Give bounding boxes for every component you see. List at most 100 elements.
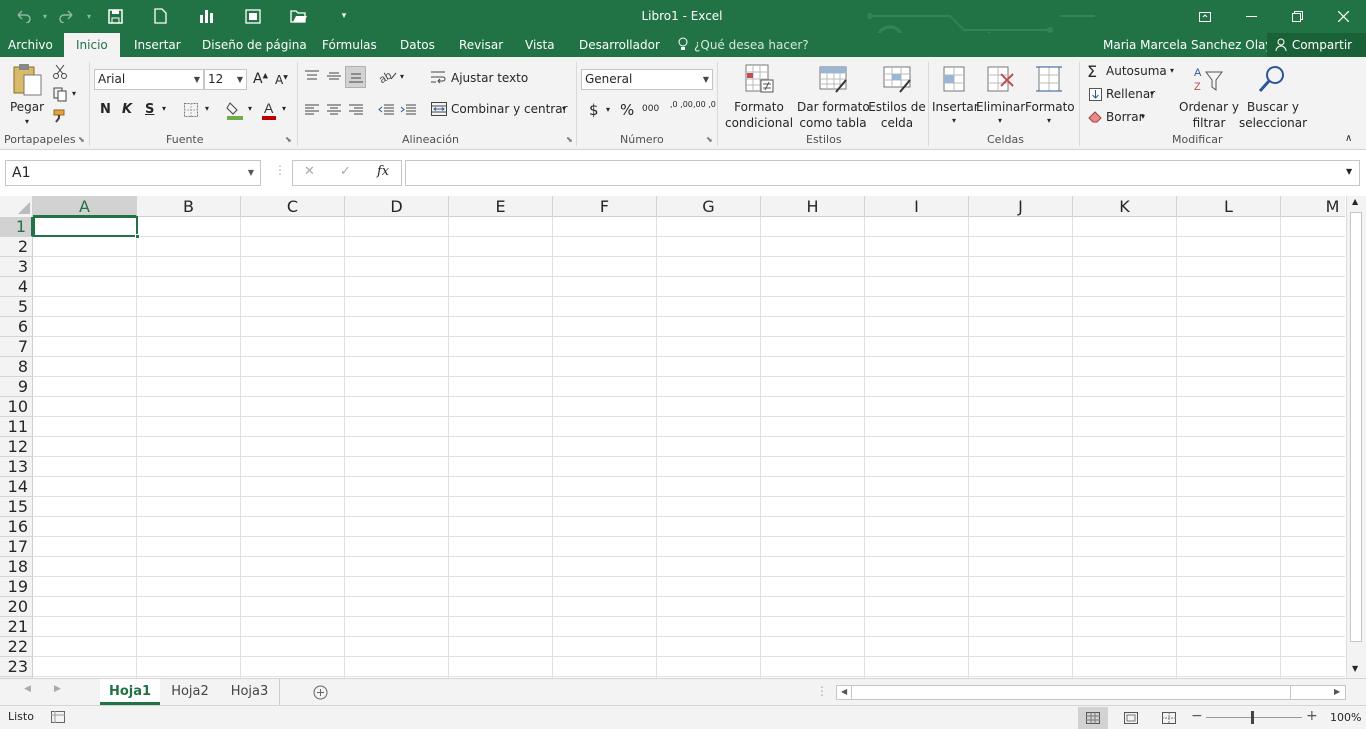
share-button[interactable]: Compartir xyxy=(1267,33,1366,57)
conditional-format-icon[interactable] xyxy=(742,62,776,96)
zoom-level[interactable]: 100% xyxy=(1330,711,1361,724)
scroll-right-icon[interactable]: ▶ xyxy=(1334,687,1340,696)
merge-center-button[interactable]: Combinar y centrar xyxy=(451,102,568,116)
font-name-combo[interactable]: Arial ▼ xyxy=(94,69,204,90)
tab-inicio[interactable]: Inicio xyxy=(64,33,120,57)
normal-view-icon[interactable] xyxy=(1078,707,1108,729)
align-center-icon[interactable] xyxy=(325,101,343,119)
copy-dropdown-icon[interactable]: ▾ xyxy=(72,89,76,98)
cell-styles-label-2[interactable]: celda xyxy=(868,115,926,131)
row-header[interactable]: 21 xyxy=(0,617,33,637)
find-select-icon[interactable] xyxy=(1256,62,1288,96)
scroll-left-icon[interactable]: ◀ xyxy=(841,687,847,696)
find-select-label-1[interactable]: Buscar y xyxy=(1238,99,1308,115)
wrap-text-button[interactable]: Ajustar texto xyxy=(451,71,528,85)
column-header[interactable]: L xyxy=(1177,196,1281,217)
row-header[interactable]: 1 xyxy=(0,217,33,237)
format-cells-icon[interactable] xyxy=(1033,62,1065,96)
add-sheet-icon[interactable] xyxy=(312,684,328,700)
open-folder-icon[interactable] xyxy=(288,6,310,26)
paste-dropdown-icon[interactable]: ▾ xyxy=(8,114,46,130)
cell-styles-icon[interactable] xyxy=(880,62,914,96)
scroll-down-icon[interactable]: ▼ xyxy=(1352,664,1358,673)
tab-formulas[interactable]: Fórmulas xyxy=(322,33,377,57)
sigma-icon[interactable]: Σ xyxy=(1087,62,1097,81)
tell-me-search[interactable]: ¿Qué desea hacer? xyxy=(694,33,809,57)
borders-dropdown-icon[interactable]: ▾ xyxy=(205,104,209,113)
collapse-ribbon-icon[interactable]: ∧ xyxy=(1345,133,1352,144)
prev-sheet-icon[interactable]: ◀ xyxy=(24,684,31,694)
row-header[interactable]: 4 xyxy=(0,277,33,297)
format-dropdown-icon[interactable]: ▾ xyxy=(1025,113,1073,129)
borders-icon[interactable] xyxy=(182,101,200,119)
format-painter-icon[interactable] xyxy=(51,108,69,124)
cut-icon[interactable] xyxy=(51,63,69,79)
row-header[interactable]: 17 xyxy=(0,537,33,557)
font-color-dropdown-icon[interactable]: ▾ xyxy=(282,104,286,113)
paste-icon[interactable] xyxy=(10,62,44,98)
row-header[interactable]: 3 xyxy=(0,257,33,277)
increase-indent-icon[interactable] xyxy=(399,101,417,119)
tab-archivo[interactable]: Archivo xyxy=(8,33,53,57)
tab-vista[interactable]: Vista xyxy=(525,33,555,57)
horizontal-scroll-thumb[interactable] xyxy=(851,686,1291,699)
tab-datos[interactable]: Datos xyxy=(400,33,435,57)
ribbon-display-options-icon[interactable] xyxy=(1182,0,1228,33)
vertical-scroll-thumb[interactable] xyxy=(1350,212,1362,642)
undo-icon[interactable] xyxy=(12,6,34,26)
zoom-in-icon[interactable]: + xyxy=(1306,708,1318,724)
row-header[interactable]: 15 xyxy=(0,497,33,517)
enter-button[interactable]: ✓ xyxy=(340,164,351,179)
column-header[interactable]: M xyxy=(1281,196,1345,217)
conditional-format-label-2[interactable]: condicional xyxy=(722,115,796,131)
sheet-tab-hoja3[interactable]: Hoja3 xyxy=(220,679,280,705)
delete-cells-icon[interactable] xyxy=(984,62,1016,96)
restore-icon[interactable] xyxy=(1274,0,1320,33)
merge-center-icon[interactable] xyxy=(431,101,447,117)
row-header[interactable]: 20 xyxy=(0,597,33,617)
row-header[interactable]: 11 xyxy=(0,417,33,437)
font-color-icon[interactable]: A xyxy=(260,100,278,120)
fill-dropdown-icon[interactable]: ▾ xyxy=(1150,89,1154,98)
row-header[interactable]: 14 xyxy=(0,477,33,497)
redo-dropdown-icon[interactable]: ▾ xyxy=(78,6,100,26)
column-header[interactable]: I xyxy=(865,196,969,217)
row-header[interactable]: 19 xyxy=(0,577,33,597)
redo-icon[interactable] xyxy=(56,6,78,26)
format-as-table-label-2[interactable]: como tabla xyxy=(797,115,869,131)
fill-down-icon[interactable] xyxy=(1088,87,1102,101)
macro-record-icon[interactable] xyxy=(50,710,66,724)
row-header[interactable]: 9 xyxy=(0,377,33,397)
sort-filter-label-1[interactable]: Ordenar y xyxy=(1178,99,1240,115)
row-header[interactable]: 18 xyxy=(0,557,33,577)
formula-input[interactable]: ▼ xyxy=(405,160,1360,186)
customize-quick-access-icon[interactable]: ▾ xyxy=(333,6,355,26)
scroll-up-icon[interactable]: ▲ xyxy=(1352,197,1358,206)
column-header[interactable]: A xyxy=(33,196,137,217)
currency-dropdown-icon[interactable]: ▾ xyxy=(606,105,610,114)
row-header[interactable]: 10 xyxy=(0,397,33,417)
row-header[interactable]: 23 xyxy=(0,657,33,677)
zoom-slider-thumb[interactable] xyxy=(1251,711,1254,724)
cell-styles-label-1[interactable]: Estilos de xyxy=(868,99,926,115)
row-header[interactable]: 16 xyxy=(0,517,33,537)
user-name[interactable]: Maria Marcela Sanchez Olaya xyxy=(1103,33,1280,57)
print-preview-icon[interactable] xyxy=(242,6,264,26)
insert-function-button[interactable]: fx xyxy=(377,164,389,179)
fill-handle[interactable] xyxy=(135,234,140,239)
number-launcher-icon[interactable]: ⬊ xyxy=(706,135,713,144)
name-box[interactable]: A1 ▼ xyxy=(5,160,261,186)
tab-insertar[interactable]: Insertar xyxy=(134,33,181,57)
new-document-icon[interactable] xyxy=(149,6,171,26)
page-layout-view-icon[interactable] xyxy=(1116,707,1146,729)
select-all-button[interactable] xyxy=(0,196,33,217)
column-header[interactable]: F xyxy=(553,196,657,217)
align-left-icon[interactable] xyxy=(303,101,321,119)
decrease-decimal-button[interactable]: ,00 ,0 xyxy=(693,100,716,109)
thousands-separator-button[interactable]: 000 xyxy=(642,104,659,114)
chart-icon[interactable] xyxy=(196,6,218,26)
font-size-combo[interactable]: 12 ▼ xyxy=(204,69,247,90)
row-header[interactable]: 6 xyxy=(0,317,33,337)
align-right-icon[interactable] xyxy=(347,101,365,119)
save-icon[interactable] xyxy=(104,6,126,26)
